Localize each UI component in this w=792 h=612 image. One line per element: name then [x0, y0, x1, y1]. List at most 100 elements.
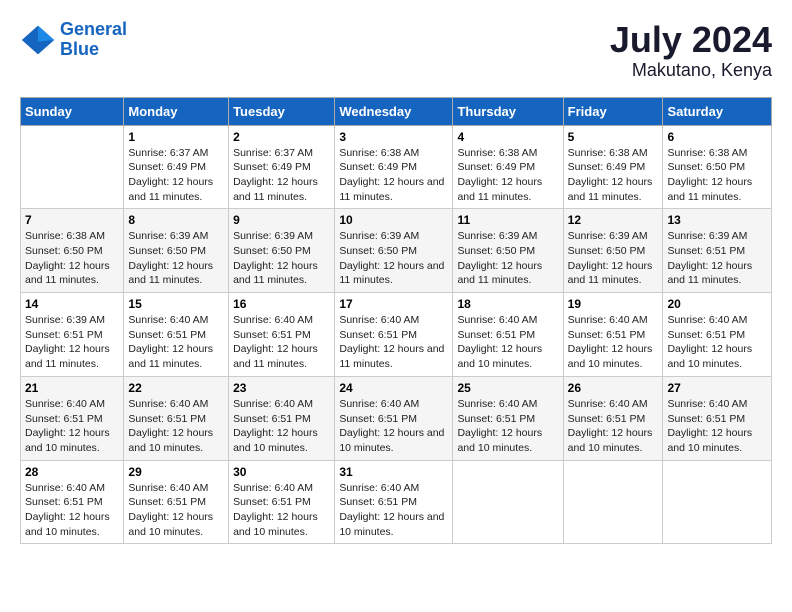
day-number: 6 — [667, 130, 767, 144]
day-number: 1 — [128, 130, 224, 144]
day-number: 18 — [457, 297, 558, 311]
day-number: 7 — [25, 213, 119, 227]
calendar-table: Sunday Monday Tuesday Wednesday Thursday… — [20, 97, 772, 545]
table-row: 15 Sunrise: 6:40 AMSunset: 6:51 PMDaylig… — [124, 293, 229, 377]
table-row: 16 Sunrise: 6:40 AMSunset: 6:51 PMDaylig… — [229, 293, 335, 377]
day-info: Sunrise: 6:37 AMSunset: 6:49 PMDaylight:… — [128, 146, 224, 205]
day-info: Sunrise: 6:38 AMSunset: 6:49 PMDaylight:… — [339, 146, 448, 205]
day-info: Sunrise: 6:40 AMSunset: 6:51 PMDaylight:… — [233, 313, 330, 372]
table-row: 13 Sunrise: 6:39 AMSunset: 6:51 PMDaylig… — [663, 209, 772, 293]
calendar-week-row: 1 Sunrise: 6:37 AMSunset: 6:49 PMDayligh… — [21, 125, 772, 209]
day-info: Sunrise: 6:40 AMSunset: 6:51 PMDaylight:… — [457, 313, 558, 372]
col-wednesday: Wednesday — [335, 97, 453, 125]
day-number: 19 — [568, 297, 659, 311]
day-number: 29 — [128, 465, 224, 479]
day-info: Sunrise: 6:40 AMSunset: 6:51 PMDaylight:… — [457, 397, 558, 456]
day-info: Sunrise: 6:40 AMSunset: 6:51 PMDaylight:… — [568, 313, 659, 372]
table-row — [453, 460, 563, 544]
table-row: 5 Sunrise: 6:38 AMSunset: 6:49 PMDayligh… — [563, 125, 663, 209]
day-number: 10 — [339, 213, 448, 227]
table-row: 19 Sunrise: 6:40 AMSunset: 6:51 PMDaylig… — [563, 293, 663, 377]
day-info: Sunrise: 6:40 AMSunset: 6:51 PMDaylight:… — [233, 397, 330, 456]
table-row: 21 Sunrise: 6:40 AMSunset: 6:51 PMDaylig… — [21, 376, 124, 460]
table-row: 9 Sunrise: 6:39 AMSunset: 6:50 PMDayligh… — [229, 209, 335, 293]
page-subtitle: Makutano, Kenya — [610, 60, 772, 81]
table-row: 1 Sunrise: 6:37 AMSunset: 6:49 PMDayligh… — [124, 125, 229, 209]
day-number: 17 — [339, 297, 448, 311]
table-row: 25 Sunrise: 6:40 AMSunset: 6:51 PMDaylig… — [453, 376, 563, 460]
calendar-week-row: 28 Sunrise: 6:40 AMSunset: 6:51 PMDaylig… — [21, 460, 772, 544]
day-number: 20 — [667, 297, 767, 311]
table-row: 10 Sunrise: 6:39 AMSunset: 6:50 PMDaylig… — [335, 209, 453, 293]
day-number: 16 — [233, 297, 330, 311]
table-row: 2 Sunrise: 6:37 AMSunset: 6:49 PMDayligh… — [229, 125, 335, 209]
day-info: Sunrise: 6:39 AMSunset: 6:50 PMDaylight:… — [233, 229, 330, 288]
col-tuesday: Tuesday — [229, 97, 335, 125]
day-number: 26 — [568, 381, 659, 395]
table-row — [563, 460, 663, 544]
table-row: 31 Sunrise: 6:40 AMSunset: 6:51 PMDaylig… — [335, 460, 453, 544]
table-row: 28 Sunrise: 6:40 AMSunset: 6:51 PMDaylig… — [21, 460, 124, 544]
table-row: 20 Sunrise: 6:40 AMSunset: 6:51 PMDaylig… — [663, 293, 772, 377]
col-thursday: Thursday — [453, 97, 563, 125]
day-number: 28 — [25, 465, 119, 479]
day-info: Sunrise: 6:38 AMSunset: 6:49 PMDaylight:… — [568, 146, 659, 205]
table-row: 22 Sunrise: 6:40 AMSunset: 6:51 PMDaylig… — [124, 376, 229, 460]
title-block: July 2024 Makutano, Kenya — [610, 20, 772, 81]
day-number: 2 — [233, 130, 330, 144]
table-row: 7 Sunrise: 6:38 AMSunset: 6:50 PMDayligh… — [21, 209, 124, 293]
day-number: 13 — [667, 213, 767, 227]
day-number: 21 — [25, 381, 119, 395]
day-number: 22 — [128, 381, 224, 395]
day-number: 30 — [233, 465, 330, 479]
day-info: Sunrise: 6:39 AMSunset: 6:50 PMDaylight:… — [339, 229, 448, 288]
table-row: 12 Sunrise: 6:39 AMSunset: 6:50 PMDaylig… — [563, 209, 663, 293]
day-number: 12 — [568, 213, 659, 227]
day-info: Sunrise: 6:40 AMSunset: 6:51 PMDaylight:… — [128, 481, 224, 540]
table-row — [21, 125, 124, 209]
col-monday: Monday — [124, 97, 229, 125]
day-number: 15 — [128, 297, 224, 311]
day-number: 5 — [568, 130, 659, 144]
table-row: 11 Sunrise: 6:39 AMSunset: 6:50 PMDaylig… — [453, 209, 563, 293]
day-info: Sunrise: 6:40 AMSunset: 6:51 PMDaylight:… — [667, 397, 767, 456]
day-number: 11 — [457, 213, 558, 227]
table-row: 29 Sunrise: 6:40 AMSunset: 6:51 PMDaylig… — [124, 460, 229, 544]
logo-text: General Blue — [60, 20, 127, 60]
table-row: 6 Sunrise: 6:38 AMSunset: 6:50 PMDayligh… — [663, 125, 772, 209]
col-saturday: Saturday — [663, 97, 772, 125]
table-row: 3 Sunrise: 6:38 AMSunset: 6:49 PMDayligh… — [335, 125, 453, 209]
day-info: Sunrise: 6:40 AMSunset: 6:51 PMDaylight:… — [128, 313, 224, 372]
page-title: July 2024 — [610, 20, 772, 60]
day-info: Sunrise: 6:39 AMSunset: 6:50 PMDaylight:… — [128, 229, 224, 288]
day-info: Sunrise: 6:40 AMSunset: 6:51 PMDaylight:… — [339, 313, 448, 372]
calendar-week-row: 21 Sunrise: 6:40 AMSunset: 6:51 PMDaylig… — [21, 376, 772, 460]
day-number: 3 — [339, 130, 448, 144]
col-sunday: Sunday — [21, 97, 124, 125]
day-number: 8 — [128, 213, 224, 227]
table-row — [663, 460, 772, 544]
day-info: Sunrise: 6:39 AMSunset: 6:51 PMDaylight:… — [667, 229, 767, 288]
day-info: Sunrise: 6:40 AMSunset: 6:51 PMDaylight:… — [128, 397, 224, 456]
day-info: Sunrise: 6:40 AMSunset: 6:51 PMDaylight:… — [568, 397, 659, 456]
table-row: 17 Sunrise: 6:40 AMSunset: 6:51 PMDaylig… — [335, 293, 453, 377]
day-info: Sunrise: 6:40 AMSunset: 6:51 PMDaylight:… — [25, 481, 119, 540]
col-friday: Friday — [563, 97, 663, 125]
table-row: 14 Sunrise: 6:39 AMSunset: 6:51 PMDaylig… — [21, 293, 124, 377]
table-row: 27 Sunrise: 6:40 AMSunset: 6:51 PMDaylig… — [663, 376, 772, 460]
table-row: 23 Sunrise: 6:40 AMSunset: 6:51 PMDaylig… — [229, 376, 335, 460]
logo-icon — [20, 22, 56, 58]
day-info: Sunrise: 6:40 AMSunset: 6:51 PMDaylight:… — [667, 313, 767, 372]
day-number: 9 — [233, 213, 330, 227]
calendar-header-row: Sunday Monday Tuesday Wednesday Thursday… — [21, 97, 772, 125]
table-row: 8 Sunrise: 6:39 AMSunset: 6:50 PMDayligh… — [124, 209, 229, 293]
table-row: 4 Sunrise: 6:38 AMSunset: 6:49 PMDayligh… — [453, 125, 563, 209]
day-number: 31 — [339, 465, 448, 479]
day-info: Sunrise: 6:38 AMSunset: 6:50 PMDaylight:… — [667, 146, 767, 205]
logo: General Blue — [20, 20, 127, 60]
table-row: 18 Sunrise: 6:40 AMSunset: 6:51 PMDaylig… — [453, 293, 563, 377]
calendar-week-row: 7 Sunrise: 6:38 AMSunset: 6:50 PMDayligh… — [21, 209, 772, 293]
day-info: Sunrise: 6:38 AMSunset: 6:49 PMDaylight:… — [457, 146, 558, 205]
calendar-week-row: 14 Sunrise: 6:39 AMSunset: 6:51 PMDaylig… — [21, 293, 772, 377]
day-number: 23 — [233, 381, 330, 395]
